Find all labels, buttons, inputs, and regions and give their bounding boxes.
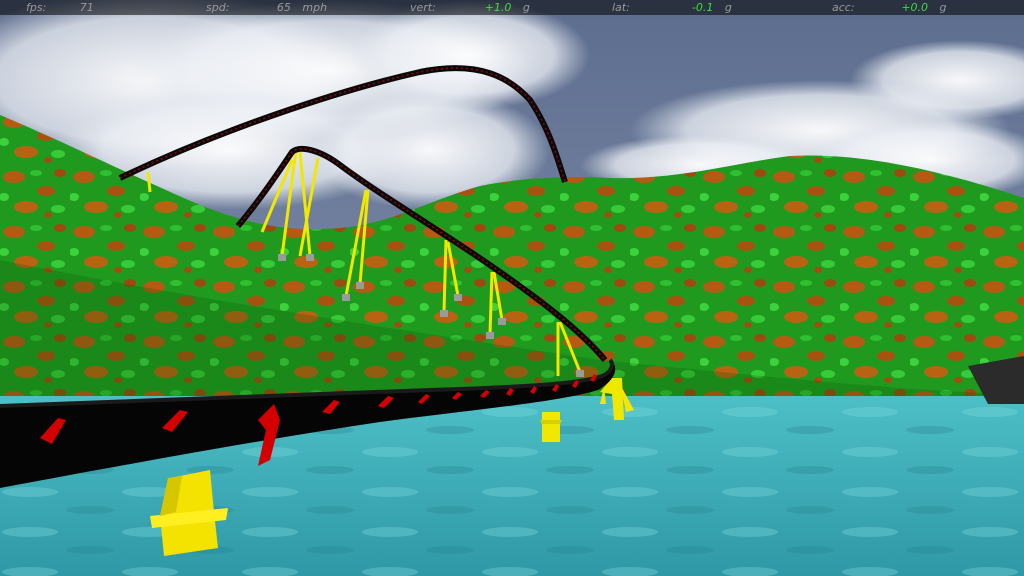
hud-lateral-label: lat: xyxy=(612,1,630,14)
hud-vertical-value: +1.0 xyxy=(484,1,512,14)
hud-vertical-g: vert: +1.0 g xyxy=(410,0,530,15)
hud-speed-value: 65 xyxy=(276,1,291,14)
hud-fps: fps: 71 xyxy=(26,0,94,15)
hud-acceleration-label: acc: xyxy=(832,1,855,14)
hud-speed-unit: mph xyxy=(302,1,328,14)
telemetry-hud: fps: 71 spd: 65 mph vert: +1.0 g lat: -0… xyxy=(0,0,1024,15)
hud-vertical-unit: g xyxy=(522,1,530,14)
hud-speed: spd: 65 mph xyxy=(206,0,327,15)
hud-acceleration-unit: g xyxy=(939,1,947,14)
hud-fps-label: fps: xyxy=(26,1,47,14)
coaster-scene xyxy=(0,0,1024,576)
hud-lateral-g: lat: -0.1 g xyxy=(612,0,732,15)
hud-acceleration-value: +0.0 xyxy=(901,1,929,14)
hud-acceleration-g: acc: +0.0 g xyxy=(832,0,947,15)
hud-lateral-value: -0.1 xyxy=(691,1,714,14)
game-viewport[interactable]: fps: 71 spd: 65 mph vert: +1.0 g lat: -0… xyxy=(0,0,1024,576)
hud-vertical-label: vert: xyxy=(410,1,436,14)
hud-speed-label: spd: xyxy=(206,1,230,14)
hud-lateral-unit: g xyxy=(724,1,732,14)
hud-fps-value: 71 xyxy=(79,1,94,14)
